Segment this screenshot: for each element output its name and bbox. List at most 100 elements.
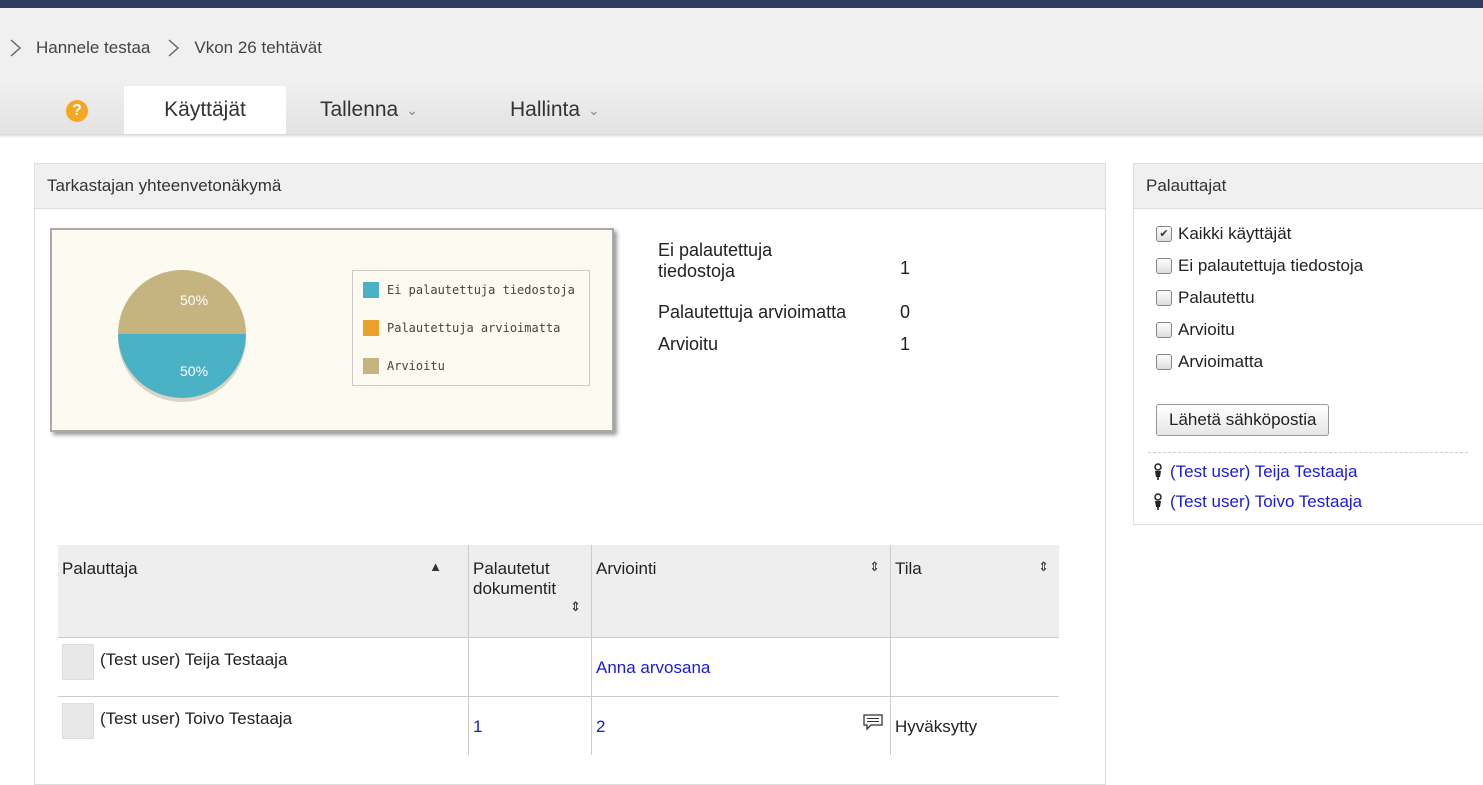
stat-row: Palautettuja arvioimatta 0 (658, 302, 928, 323)
submitters-panel-title: Palauttajat (1134, 164, 1483, 209)
breadcrumb-item-course[interactable]: Hannele testaa (36, 38, 150, 58)
table-row: (Test user) Teija Testaaja Anna arvosana (58, 637, 1059, 697)
tab-users-label: Käyttäjät (164, 98, 246, 121)
filter-label: Ei palautettuja tiedostoja (1178, 256, 1364, 275)
filter-label: Arvioimatta (1178, 352, 1264, 371)
legend-item: Ei palautettuja tiedostoja (363, 281, 575, 299)
stat-value: 1 (900, 258, 911, 278)
col-submitter-label: Palauttaja (62, 559, 138, 578)
legend-swatch (363, 282, 379, 298)
legend-item: Palautettuja arvioimatta (363, 319, 560, 337)
stat-label: Palautettuja arvioimatta (658, 302, 847, 322)
cell-documents (468, 637, 592, 697)
summary-panel-title: Tarkastajan yhteenvetonäkymä (35, 164, 1105, 209)
cell-grading: Anna arvosana (591, 637, 891, 697)
stat-row: Arvioitu 1 (658, 334, 928, 355)
cell-documents: 1 (468, 696, 592, 755)
user-list-item[interactable]: (Test user) Teija Testaaja (1152, 462, 1357, 482)
col-grading[interactable]: Arviointi ⇕ (591, 545, 891, 638)
col-documents[interactable]: Palautetut dokumentit ⇕ (468, 545, 592, 638)
user-icon (1154, 493, 1162, 510)
status-text: Hyväksytty (895, 717, 978, 736)
user-link[interactable]: (Test user) Teija Testaaja (1170, 462, 1357, 482)
chart-legend: Ei palautettuja tiedostoja Palautettuja … (352, 270, 590, 386)
filter-list: ✔ Kaikki käyttäjät Ei palautettuja tiedos… (1156, 218, 1363, 378)
sort-icon: ⇕ (570, 599, 581, 614)
user-link[interactable]: (Test user) Toivo Testaaja (1170, 492, 1362, 512)
user-icon (1154, 463, 1162, 480)
stat-label: Arvioitu (658, 334, 719, 354)
pie-label-bottom: 50% (180, 363, 208, 379)
legend-label: Ei palautettuja tiedostoja (387, 283, 575, 297)
filter-ungraded[interactable]: Arvioimatta (1156, 346, 1363, 378)
menu-bar-shadow (0, 134, 1483, 138)
legend-label: Arvioitu (387, 359, 445, 373)
documents-count-link[interactable]: 1 (473, 717, 482, 737)
checkbox[interactable] (1156, 354, 1172, 370)
checkbox[interactable] (1156, 322, 1172, 338)
tab-manage-label: Hallinta (510, 98, 581, 121)
breadcrumb: Hannele testaa Vkon 26 tehtävät (0, 34, 322, 62)
legend-item: Arvioitu (363, 357, 445, 375)
tab-save[interactable]: Tallenna ⌄ (320, 86, 418, 134)
filter-graded[interactable]: Arvioitu (1156, 314, 1363, 346)
give-grade-link[interactable]: Anna arvosana (596, 658, 710, 678)
col-submitter[interactable]: Palauttaja ▲ (58, 545, 469, 638)
submissions-table: Palauttaja ▲ Palautetut dokumentit ⇕ Arvioi… (58, 545, 1059, 755)
top-accent-bar (0, 0, 1483, 8)
stat-value: 1 (900, 334, 911, 354)
cell-status (890, 637, 1059, 697)
breadcrumb-item-assignment[interactable]: Vkon 26 tehtävät (194, 38, 322, 58)
legend-swatch (363, 358, 379, 374)
user-list-item[interactable]: (Test user) Toivo Testaaja (1152, 492, 1362, 512)
checkbox[interactable] (1156, 290, 1172, 306)
pie-label-top: 50% (180, 292, 208, 308)
stat-value: 0 (900, 302, 911, 322)
tab-users[interactable]: Käyttäjät (124, 86, 286, 134)
table-header-row: Palauttaja ▲ Palautetut dokumentit ⇕ Arvioi… (58, 545, 1059, 638)
divider (1148, 452, 1468, 453)
col-documents-label: Palautetut (473, 559, 550, 578)
chevron-right-icon (6, 38, 26, 58)
filter-submitted[interactable]: Palautettu (1156, 282, 1363, 314)
col-status-label: Tila (895, 559, 922, 578)
col-grading-label: Arviointi (596, 559, 657, 578)
legend-label: Palautettuja arvioimatta (387, 321, 561, 335)
table-row: (Test user) Toivo Testaaja 1 2 Hyväksytt… (58, 696, 1059, 756)
legend-swatch (363, 320, 379, 336)
avatar (62, 703, 94, 739)
cell-submitter: (Test user) Teija Testaaja (58, 637, 469, 697)
filter-no-files[interactable]: Ei palautettuja tiedostoja (1156, 250, 1363, 282)
filter-label: Kaikki käyttäjät (1178, 224, 1292, 243)
col-status[interactable]: Tila ⇕ (890, 545, 1059, 638)
checkbox-checked[interactable]: ✔ (1156, 226, 1172, 242)
filter-label: Arvioitu (1178, 320, 1235, 339)
help-icon[interactable]: ? (66, 100, 88, 122)
filter-all-users[interactable]: ✔ Kaikki käyttäjät (1156, 218, 1363, 250)
pie-chart: 50% 50% (118, 270, 246, 402)
stat-row: Ei palautettuja tiedostoja 1 (658, 240, 928, 282)
submitter-name: (Test user) Teija Testaaja (100, 650, 288, 669)
chevron-down-icon: ⌄ (406, 101, 418, 118)
chevron-right-icon (164, 38, 184, 58)
comment-icon[interactable] (862, 713, 884, 736)
sort-icon: ⇕ (1038, 559, 1049, 574)
avatar (62, 644, 94, 680)
chevron-down-icon: ⌄ (588, 101, 600, 118)
grade-link[interactable]: 2 (596, 717, 605, 737)
col-documents-label: dokumentit (473, 579, 557, 598)
cell-grading: 2 (591, 696, 891, 755)
send-email-button[interactable]: Lähetä sähköpostia (1156, 404, 1330, 436)
stat-label: tiedostoja (658, 261, 736, 281)
sort-ascending-icon: ▲ (429, 559, 442, 574)
sort-icon: ⇕ (869, 559, 880, 574)
cell-submitter: (Test user) Toivo Testaaja (58, 697, 469, 756)
submitters-panel: Palauttajat ✔ Kaikki käyttäjät Ei palaute… (1133, 163, 1483, 525)
cell-status: Hyväksytty (890, 696, 1059, 755)
filter-label: Palautettu (1178, 288, 1255, 307)
tab-manage[interactable]: Hallinta ⌄ (510, 86, 600, 134)
tab-save-label: Tallenna (320, 98, 399, 121)
checkbox[interactable] (1156, 258, 1172, 274)
submitter-name: (Test user) Toivo Testaaja (100, 709, 293, 728)
stat-label: Ei palautettuja (658, 240, 773, 260)
